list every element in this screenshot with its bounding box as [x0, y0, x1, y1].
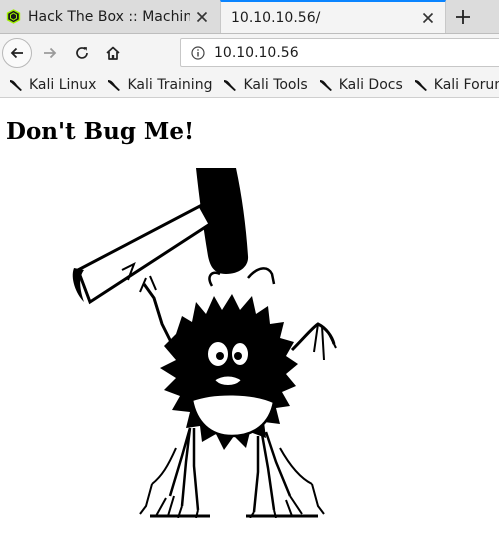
plus-icon	[456, 9, 470, 24]
kali-dragon-icon	[106, 77, 122, 93]
bookmark-label: Kali Docs	[338, 76, 403, 93]
arrow-right-icon	[44, 47, 57, 59]
reload-icon	[76, 47, 88, 59]
page-content: Don't Bug Me!	[0, 98, 499, 542]
tab-hack-the-box[interactable]: Hack The Box :: Machines	[0, 0, 219, 33]
bookmark-label: Kali Forums	[433, 76, 499, 93]
bookmark-label: Kali Training	[127, 76, 213, 93]
kali-dragon-icon	[222, 77, 238, 93]
arrow-left-icon	[10, 47, 23, 59]
back-button[interactable]	[2, 38, 32, 68]
tab-title: 10.10.10.56/	[231, 9, 321, 26]
tab-active-10-10-10-56[interactable]: 10.10.10.56/	[220, 0, 446, 33]
url-text: 10.10.10.56	[214, 44, 299, 61]
navigation-toolbar: 10.10.10.56	[0, 34, 499, 72]
reload-button[interactable]	[67, 38, 97, 68]
close-icon[interactable]	[420, 10, 436, 26]
hackthebox-icon	[6, 9, 21, 24]
bookmark-kali-tools[interactable]: Kali Tools	[222, 76, 308, 93]
bookmarks-toolbar: Kali Linux Kali Training Kali Tools Kali…	[0, 72, 499, 98]
bookmark-kali-linux[interactable]: Kali Linux	[8, 77, 96, 93]
forward-button[interactable]	[35, 38, 65, 68]
home-button[interactable]	[98, 38, 128, 68]
kali-dragon-icon	[8, 77, 24, 93]
tab-bar: Hack The Box :: Machines 10.10.10.56/	[0, 0, 499, 34]
bug-with-hammer-image	[72, 168, 337, 518]
page-heading: Don't Bug Me!	[6, 118, 195, 145]
info-icon[interactable]	[190, 45, 206, 61]
kali-dragon-icon	[318, 77, 334, 93]
bookmark-kali-docs[interactable]: Kali Docs	[318, 77, 403, 93]
new-tab-button[interactable]	[447, 0, 479, 33]
tab-title: Hack The Box :: Machines	[28, 8, 190, 25]
home-icon	[106, 46, 120, 60]
bookmark-kali-training[interactable]: Kali Training	[106, 77, 212, 93]
bookmark-label: Kali Linux	[29, 76, 97, 93]
close-icon[interactable]	[194, 9, 210, 25]
bookmark-label: Kali Tools	[243, 76, 308, 93]
kali-dragon-icon	[413, 77, 429, 93]
url-bar[interactable]: 10.10.10.56	[180, 38, 499, 67]
bookmark-kali-forums[interactable]: Kali Forums	[413, 77, 499, 93]
